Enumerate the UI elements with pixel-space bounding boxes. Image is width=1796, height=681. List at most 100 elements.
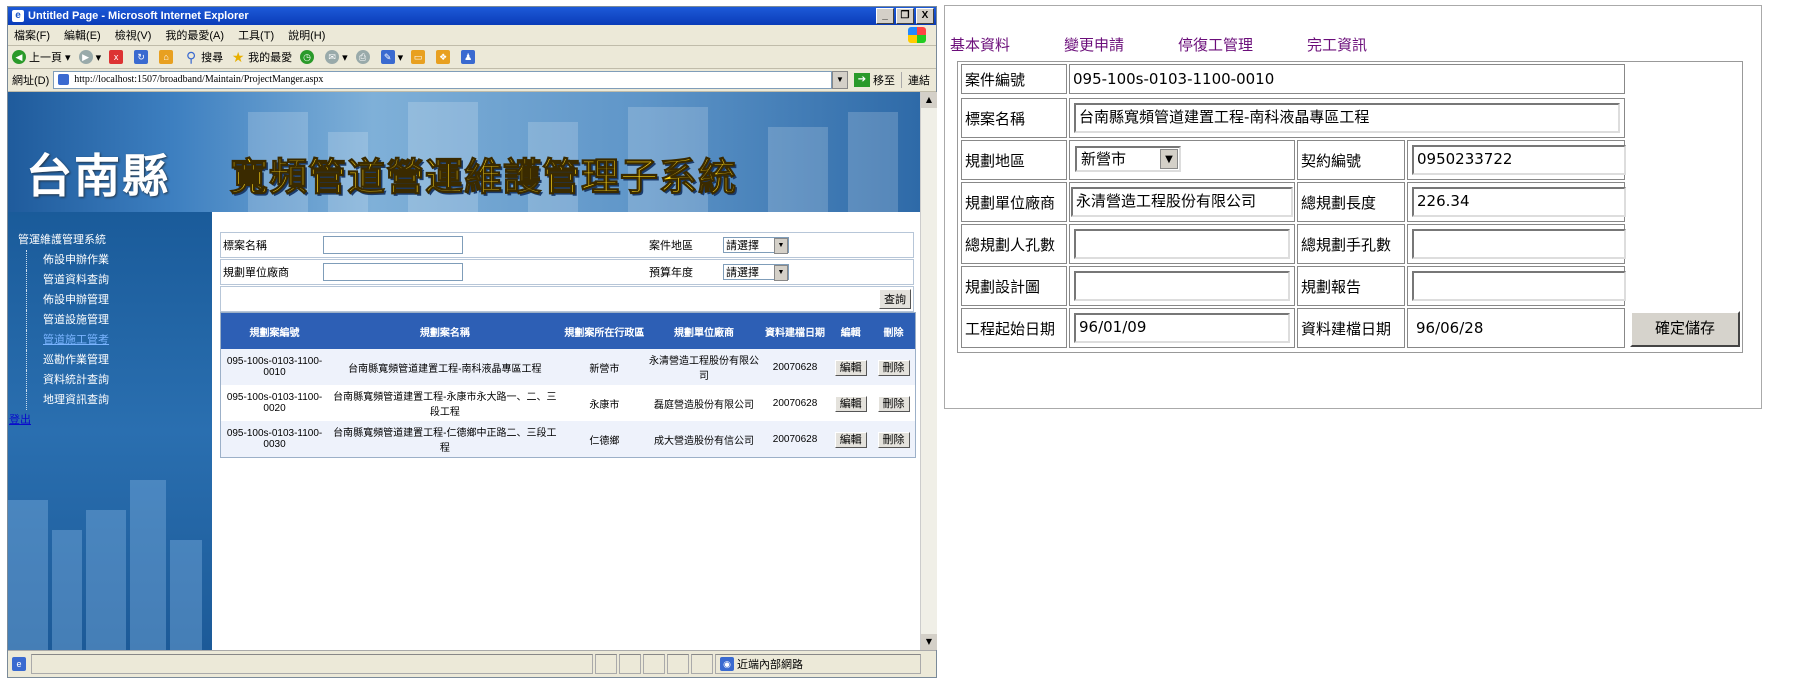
forward-button[interactable]: ▶ ▾ [78,50,101,64]
report-input[interactable] [1412,271,1626,301]
address-input[interactable]: http://localhost:1507/broadband/Maintain… [53,71,832,89]
hand-holes-input[interactable] [1412,229,1626,259]
case-name-label: 標案名稱 [223,240,267,252]
stop-button[interactable]: x [109,50,126,64]
detail-tabs: 基本資料 變更申請 停復工管理 完工資訊 [950,34,1421,55]
cell-vendor: 永清營造工程股份有限公司 [647,349,761,385]
ie-icon: e [12,10,24,22]
cell-edit: 編輯 [829,349,873,385]
tab-suspension[interactable]: 停復工管理 [1178,34,1253,55]
system-title: 寬頻管道營運維護管理子系統 [229,154,738,200]
column-header[interactable]: 規劃案名稱 [328,313,562,349]
address-bar: 網址(D) http://localhost:1507/broadband/Ma… [8,69,936,92]
delete-button[interactable]: 刪除 [877,360,910,376]
menu-file[interactable]: 檔案(F) [14,27,50,43]
history-button[interactable]: ◷ [300,50,317,64]
start-date-input[interactable]: 96/01/09 [1074,313,1290,343]
discuss-button[interactable]: ▭ [411,50,428,64]
sidebar-item[interactable]: 資料統計查詢 [26,370,109,390]
hand-holes-label: 總規劃手孔數 [1297,224,1405,264]
address-dropdown-icon[interactable]: ▼ [832,71,848,89]
tab-basic-info[interactable]: 基本資料 [950,34,1010,55]
delete-button[interactable]: 刪除 [877,396,910,412]
refresh-button[interactable]: ↻ [134,50,151,64]
page-viewport: 台南縣 寬頻管道營運維護管理子系統 管運維護管理系統 佈設申辦作業 管道資料查詢… [8,92,920,650]
toolbar: ◀ 上一頁 ▾ ▶ ▾ x ↻ ⌂ ⚲ 搜尋 ★ 我的最愛 ◷ ✉ ▾ ⎙ ✎ ▾ ▭ ❖ … [8,46,936,69]
back-button[interactable]: ◀ 上一頁 ▾ [12,49,71,65]
logout-link[interactable]: 登出 [9,410,109,430]
status-text-area [31,654,593,674]
edit-button[interactable]: 編輯 [834,396,867,412]
vendor-input[interactable]: 永清營造工程股份有限公司 [1071,187,1293,217]
favorites-button[interactable]: ★ 我的最愛 [231,49,292,65]
design-drawing-input[interactable] [1074,271,1290,301]
sidebar-root[interactable]: 管運維護管理系統 [18,230,109,250]
sidebar-building [86,510,126,650]
scroll-up-icon[interactable]: ▲ [921,92,937,108]
vertical-scrollbar[interactable]: ▲ ▼ [920,92,937,650]
budget-year-label: 預算年度 [649,267,693,279]
tab-completion[interactable]: 完工資訊 [1307,34,1367,55]
column-header[interactable]: 規劃案編號 [221,313,329,349]
column-header[interactable]: 規劃單位廠商 [647,313,761,349]
sidebar-item[interactable]: 管道設施管理 [26,310,109,330]
sidebar-item[interactable]: 管道資料查詢 [26,270,109,290]
cell-vendor: 成大營造股份有信公司 [647,421,761,457]
messenger-button[interactable]: ♟ [461,50,478,64]
report-label: 規劃報告 [1297,266,1405,306]
save-button[interactable]: 確定儲存 [1630,311,1740,347]
edit-button[interactable]: 編輯 [834,432,867,448]
search-button[interactable]: ⚲ 搜尋 [184,49,223,65]
area-select[interactable]: 請選擇 [723,237,789,254]
sidebar-item[interactable]: 佈設申辦作業 [26,250,109,270]
links-button[interactable]: 連結 [901,72,936,88]
cell-district: 新營市 [561,349,648,385]
menu-edit[interactable]: 編輯(E) [64,27,101,43]
contract-input[interactable]: 0950233722 [1412,145,1626,175]
tab-change-request[interactable]: 變更申請 [1064,34,1124,55]
sidebar-building [130,480,166,650]
edit-button[interactable]: 編輯 [834,360,867,376]
case-name-input[interactable] [323,236,463,254]
query-button[interactable]: 查詢 [879,289,911,309]
column-header[interactable]: 資料建檔日期 [760,313,830,349]
budget-year-select[interactable]: 請選擇 [723,264,789,281]
unit-input[interactable] [323,263,463,281]
person-holes-label: 總規劃人孔數 [961,224,1067,264]
total-length-label: 總規劃長度 [1297,182,1405,222]
sidebar-item[interactable]: 地理資訊查詢 [26,390,109,410]
sidebar-item[interactable]: 巡勘作業管理 [26,350,109,370]
case-name-input[interactable]: 台南縣寬頻管道建置工程-南科液晶專區工程 [1074,103,1620,133]
table-row: 095-100s-0103-1100-0010 台南縣寬頻管道建置工程-南科液晶… [221,349,915,385]
go-button[interactable]: ➔ 移至 [854,72,895,88]
unit-label: 規劃單位廠商 [223,267,289,279]
research-button[interactable]: ❖ [436,50,453,64]
person-holes-input[interactable] [1074,229,1290,259]
area-select-value: 新營市 [1081,150,1127,168]
close-button[interactable]: X [916,8,934,24]
total-length-input[interactable]: 226.34 [1412,187,1626,217]
print-button[interactable]: ⎙ [355,50,373,64]
sidebar-item-active[interactable]: 管道施工管考 [26,330,109,350]
edit-page-button[interactable]: ✎ ▾ [380,50,403,64]
sidebar-building [52,530,82,650]
column-header[interactable]: 規劃案所在行政區 [561,313,648,349]
status-pane [667,654,689,674]
county-logo: 台南縣 [26,149,170,203]
menu-view[interactable]: 檢視(V) [115,27,152,43]
sidebar-item[interactable]: 佈設申辦管理 [26,290,109,310]
menu-tools[interactable]: 工具(T) [238,27,274,43]
stop-icon: x [109,50,124,64]
menu-help[interactable]: 說明(H) [288,27,325,43]
delete-button[interactable]: 刪除 [877,432,910,448]
detail-panel: 基本資料 變更申請 停復工管理 完工資訊 案件編號 095-100s-0103-… [944,5,1762,409]
menu-favorites[interactable]: 我的最愛(A) [165,27,224,43]
restore-button[interactable]: ❐ [896,8,914,24]
home-button[interactable]: ⌂ [159,50,176,64]
scroll-down-icon[interactable]: ▼ [921,634,937,650]
cell-district: 永康市 [561,385,648,421]
mail-button[interactable]: ✉ ▾ [325,50,348,64]
area-select[interactable]: 新營市 ▼ [1075,146,1181,172]
search-row: 規劃單位廠商 預算年度 請選擇 [220,259,914,285]
minimize-button[interactable]: _ [876,8,894,24]
